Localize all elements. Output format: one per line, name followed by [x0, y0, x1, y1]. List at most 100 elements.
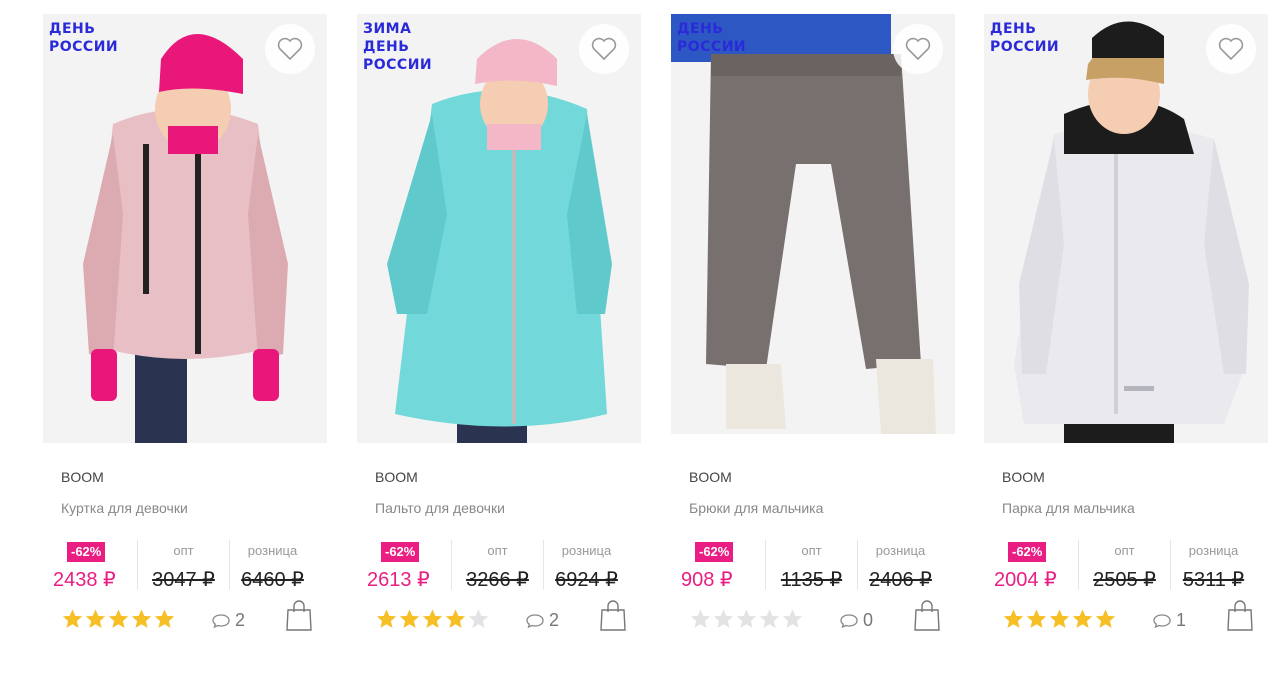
retail-label: розница	[875, 543, 926, 558]
reviews-link[interactable]: 2	[211, 610, 245, 631]
price-block: -62% 2004 ₽ опт 2505 ₽ розница 5311 ₽	[994, 540, 1256, 591]
heart-icon	[591, 37, 617, 61]
product-card[interactable]: ДЕНЬ РОССИИ BOOM Куртка для девочки -62%…	[43, 14, 327, 654]
favorite-button[interactable]	[1206, 24, 1256, 74]
price-block: -62% 2438 ₽ опт 3047 ₽ розница 6460 ₽	[53, 540, 315, 591]
star-icon[interactable]	[398, 608, 421, 630]
discount-badge: -62%	[695, 542, 734, 562]
add-to-cart-button[interactable]	[285, 600, 313, 632]
star-icon[interactable]	[84, 608, 107, 630]
parka-boy-image	[984, 14, 1268, 443]
star-icon[interactable]	[735, 608, 758, 630]
sale-price-column: -62% 2004 ₽	[994, 540, 1078, 591]
tag-label: РОССИИ	[363, 57, 433, 73]
retail-label: розница	[247, 543, 298, 558]
reviews-count: 2	[549, 610, 560, 630]
opt-price: 2505 ₽	[1093, 569, 1156, 591]
product-brand[interactable]: BOOM	[689, 469, 732, 485]
product-title[interactable]: Брюки для мальчика	[689, 500, 823, 516]
tag-label: ДЕНЬ	[677, 21, 724, 37]
retail-price: 6924 ₽	[555, 569, 618, 591]
tag-label: ДЕНЬ	[49, 21, 96, 37]
reviews-link[interactable]: 0	[839, 610, 873, 631]
star-icon[interactable]	[421, 608, 444, 630]
retail-price: 2406 ₽	[869, 569, 932, 591]
retail-price-column: розница 6460 ₽	[229, 540, 315, 591]
star-icon[interactable]	[1048, 608, 1071, 630]
sale-price: 2438 ₽	[53, 569, 116, 591]
star-icon[interactable]	[1002, 608, 1025, 630]
product-title[interactable]: Куртка для девочки	[61, 500, 188, 516]
heart-icon	[277, 37, 303, 61]
rating-stars[interactable]	[689, 608, 804, 630]
favorite-button[interactable]	[265, 24, 315, 74]
retail-price-column: розница 2406 ₽	[857, 540, 943, 591]
reviews-link[interactable]: 2	[525, 610, 559, 631]
sale-price: 2613 ₽	[367, 569, 430, 591]
rating-stars[interactable]	[61, 608, 176, 630]
comment-icon	[212, 613, 230, 628]
product-title[interactable]: Парка для мальчика	[1002, 500, 1135, 516]
opt-price: 3047 ₽	[152, 569, 215, 591]
star-icon[interactable]	[153, 608, 176, 630]
shopping-bag-icon	[600, 600, 626, 631]
sale-price-column: -62% 2438 ₽	[53, 540, 137, 591]
reviews-link[interactable]: 1	[1152, 610, 1186, 631]
rating-stars[interactable]	[375, 608, 490, 630]
add-to-cart-button[interactable]	[1226, 600, 1254, 632]
star-icon[interactable]	[689, 608, 712, 630]
coat-girl-image	[357, 14, 641, 443]
rating-stars[interactable]	[1002, 608, 1117, 630]
product-grid: ДЕНЬ РОССИИ BOOM Куртка для девочки -62%…	[0, 0, 1280, 678]
product-brand[interactable]: BOOM	[375, 469, 418, 485]
star-icon[interactable]	[444, 608, 467, 630]
tag-label: ДЕНЬ	[363, 39, 410, 55]
price-block: -62% 908 ₽ опт 1135 ₽ розница 2406 ₽	[681, 540, 943, 591]
sale-price-column: -62% 908 ₽	[681, 540, 765, 591]
sale-price-column: -62% 2613 ₽	[367, 540, 451, 591]
tag-label: РОССИИ	[49, 39, 119, 55]
star-icon[interactable]	[712, 608, 735, 630]
star-icon[interactable]	[758, 608, 781, 630]
add-to-cart-button[interactable]	[913, 600, 941, 632]
star-icon[interactable]	[375, 608, 398, 630]
product-title[interactable]: Пальто для девочки	[375, 500, 505, 516]
opt-price: 3266 ₽	[466, 569, 529, 591]
tag-label: РОССИИ	[677, 39, 747, 55]
tag-label: РОССИИ	[990, 39, 1060, 55]
product-brand[interactable]: BOOM	[1002, 469, 1045, 485]
favorite-button[interactable]	[893, 24, 943, 74]
heart-icon	[905, 37, 931, 61]
star-icon[interactable]	[61, 608, 84, 630]
shopping-bag-icon	[286, 600, 312, 631]
product-photo[interactable]: ДЕНЬ РОССИИ	[43, 14, 327, 443]
retail-price-column: розница 6924 ₽	[543, 540, 629, 591]
product-photo[interactable]: ДЕНЬ РОССИИ	[984, 14, 1268, 443]
star-icon[interactable]	[467, 608, 490, 630]
opt-price: 1135 ₽	[780, 569, 843, 591]
favorite-button[interactable]	[579, 24, 629, 74]
star-icon[interactable]	[781, 608, 804, 630]
add-to-cart-button[interactable]	[599, 600, 627, 632]
opt-price-column: опт 2505 ₽	[1078, 540, 1170, 591]
retail-price: 5311 ₽	[1182, 569, 1245, 591]
product-photo[interactable]: ДЕНЬ РОССИИ	[671, 14, 955, 443]
star-icon[interactable]	[130, 608, 153, 630]
star-icon[interactable]	[1071, 608, 1094, 630]
retail-price: 6460 ₽	[241, 569, 304, 591]
product-card[interactable]: ДЕНЬ РОССИИ BOOM Брюки для мальчика -62%…	[671, 14, 955, 654]
opt-label: опт	[1114, 543, 1135, 558]
retail-price-column: розница 5311 ₽	[1170, 540, 1256, 591]
product-card[interactable]: ДЕНЬ РОССИИ BOOM Парка для мальчика -62%…	[984, 14, 1268, 654]
product-photo[interactable]: ЗИМА ДЕНЬ РОССИИ	[357, 14, 641, 443]
product-brand[interactable]: BOOM	[61, 469, 104, 485]
product-tags: ЗИМА ДЕНЬ РОССИИ	[363, 22, 432, 76]
star-icon[interactable]	[1094, 608, 1117, 630]
retail-label: розница	[1188, 543, 1239, 558]
product-tags: ДЕНЬ РОССИИ	[990, 22, 1059, 58]
star-icon[interactable]	[1025, 608, 1048, 630]
star-icon[interactable]	[107, 608, 130, 630]
reviews-count: 2	[235, 610, 246, 630]
discount-badge: -62%	[67, 542, 106, 562]
product-card[interactable]: ЗИМА ДЕНЬ РОССИИ BOOM Пальто для девочки…	[357, 14, 641, 654]
